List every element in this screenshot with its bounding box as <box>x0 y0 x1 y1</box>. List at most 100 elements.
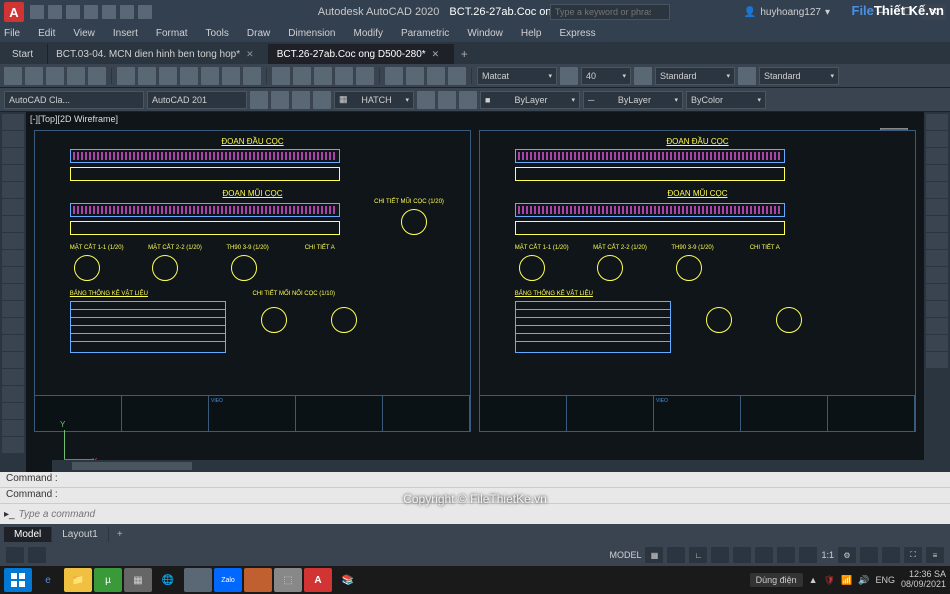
tool-icon[interactable] <box>926 199 948 215</box>
taskbar-app-icon[interactable] <box>184 568 212 592</box>
scale-icon[interactable] <box>2 335 24 351</box>
dimension-icon[interactable] <box>2 250 24 266</box>
close-icon[interactable]: ✕ <box>432 49 440 60</box>
rectangle-icon[interactable] <box>2 182 24 198</box>
tool-icon[interactable] <box>138 67 156 85</box>
dimstyle-dropdown[interactable]: Standard▾ <box>759 67 839 85</box>
save-icon[interactable] <box>66 5 80 19</box>
tool-icon[interactable] <box>926 250 948 266</box>
fullscreen-icon[interactable]: ⛶ <box>904 547 922 563</box>
user-menu[interactable]: 👤 huyhoang127 ▾ <box>744 7 830 18</box>
tool-icon[interactable] <box>926 301 948 317</box>
saveas-icon[interactable] <box>84 5 98 19</box>
polar-icon[interactable] <box>711 547 729 563</box>
menu-file[interactable]: File <box>4 28 20 39</box>
tab-doc2[interactable]: BCT.26-27ab.Coc ong D500-280*✕ <box>269 44 455 64</box>
customize-icon[interactable]: ≡ <box>926 547 944 563</box>
start-button[interactable] <box>4 568 32 592</box>
array-icon[interactable] <box>2 420 24 436</box>
menu-dimension[interactable]: Dimension <box>288 28 335 39</box>
tool-icon[interactable] <box>427 67 445 85</box>
tool-icon[interactable] <box>293 67 311 85</box>
snap-icon[interactable] <box>667 547 685 563</box>
command-input[interactable] <box>19 509 946 520</box>
plotcolor-dropdown[interactable]: ByColor▾ <box>686 91 766 109</box>
tool-icon[interactable] <box>926 148 948 164</box>
tool-icon[interactable] <box>180 67 198 85</box>
lineweight-dropdown[interactable]: 40▾ <box>581 67 631 85</box>
line-icon[interactable] <box>2 114 24 130</box>
tool-icon[interactable] <box>117 67 135 85</box>
tool-icon[interactable] <box>272 67 290 85</box>
taskbar-app-icon[interactable]: ▦ <box>124 568 152 592</box>
tray-network-icon[interactable]: 📶 <box>841 575 852 586</box>
tool-icon[interactable] <box>250 91 268 109</box>
tool-icon[interactable] <box>926 165 948 181</box>
copy-icon[interactable] <box>2 284 24 300</box>
linetype-dropdown[interactable]: ─ ByLayer▾ <box>583 91 683 109</box>
textstyle-dropdown[interactable]: Standard▾ <box>655 67 735 85</box>
arc-icon[interactable] <box>2 165 24 181</box>
tool-icon[interactable] <box>634 67 652 85</box>
layout-tab-model[interactable]: Model <box>4 527 52 542</box>
osnap-icon[interactable] <box>733 547 751 563</box>
erase-icon[interactable] <box>2 437 24 453</box>
status-icon[interactable] <box>882 547 900 563</box>
tool-icon[interactable] <box>459 91 477 109</box>
text-icon[interactable] <box>2 233 24 249</box>
app-logo[interactable]: A <box>4 2 24 22</box>
extend-icon[interactable] <box>2 369 24 385</box>
menu-parametric[interactable]: Parametric <box>401 28 449 39</box>
circle-icon[interactable] <box>2 148 24 164</box>
tool-icon[interactable] <box>926 233 948 249</box>
tool-icon[interactable] <box>926 114 948 130</box>
menu-insert[interactable]: Insert <box>113 28 138 39</box>
tool-icon[interactable] <box>292 91 310 109</box>
tool-icon[interactable] <box>926 216 948 232</box>
taskbar-app-icon[interactable] <box>244 568 272 592</box>
tool-icon[interactable] <box>222 67 240 85</box>
fillet-icon[interactable] <box>2 403 24 419</box>
menu-window[interactable]: Window <box>467 28 503 39</box>
tool-icon[interactable] <box>417 91 435 109</box>
rotate-icon[interactable] <box>2 301 24 317</box>
tool-icon[interactable] <box>243 67 261 85</box>
tool-icon[interactable] <box>385 67 403 85</box>
move-icon[interactable] <box>2 267 24 283</box>
taskbar-explorer-icon[interactable]: 📁 <box>64 568 92 592</box>
tool-icon[interactable] <box>926 131 948 147</box>
grid-icon[interactable]: ▦ <box>645 547 663 563</box>
close-icon[interactable]: ✕ <box>246 49 254 60</box>
tool-icon[interactable] <box>926 335 948 351</box>
tool-icon[interactable] <box>356 67 374 85</box>
tray-icon[interactable]: ▲ <box>809 575 818 585</box>
menu-draw[interactable]: Draw <box>247 28 270 39</box>
style-dropdown-1[interactable]: AutoCAD Cla... <box>4 91 144 109</box>
taskbar-utorrent-icon[interactable]: µ <box>94 568 122 592</box>
menu-format[interactable]: Format <box>156 28 188 39</box>
taskbar-winrar-icon[interactable]: 📚 <box>334 568 362 592</box>
tool-icon[interactable] <box>335 67 353 85</box>
tool-icon[interactable] <box>313 91 331 109</box>
menu-express[interactable]: Express <box>559 28 595 39</box>
tab-start[interactable]: Start <box>4 44 48 64</box>
tool-icon[interactable] <box>926 284 948 300</box>
open-icon[interactable] <box>48 5 62 19</box>
tool-icon[interactable] <box>448 67 466 85</box>
new-icon[interactable] <box>30 5 44 19</box>
tool-icon[interactable] <box>926 182 948 198</box>
hatch-icon[interactable] <box>2 216 24 232</box>
tool-icon[interactable] <box>438 91 456 109</box>
trim-icon[interactable] <box>2 352 24 368</box>
tool-icon[interactable] <box>159 67 177 85</box>
tool-icon[interactable] <box>926 352 948 368</box>
add-layout-button[interactable]: + <box>109 527 131 542</box>
taskbar-ie-icon[interactable]: e <box>34 568 62 592</box>
hatch-dropdown[interactable]: ▦HATCH▾ <box>334 91 414 109</box>
status-icon[interactable] <box>860 547 878 563</box>
layout-tab-1[interactable]: Layout1 <box>52 527 109 542</box>
style-dropdown-2[interactable]: AutoCAD 201 <box>147 91 247 109</box>
ucs-icon[interactable]: Y X <box>60 422 102 464</box>
status-icon[interactable] <box>6 547 24 563</box>
layer-dropdown[interactable]: Matcat▾ <box>477 67 557 85</box>
